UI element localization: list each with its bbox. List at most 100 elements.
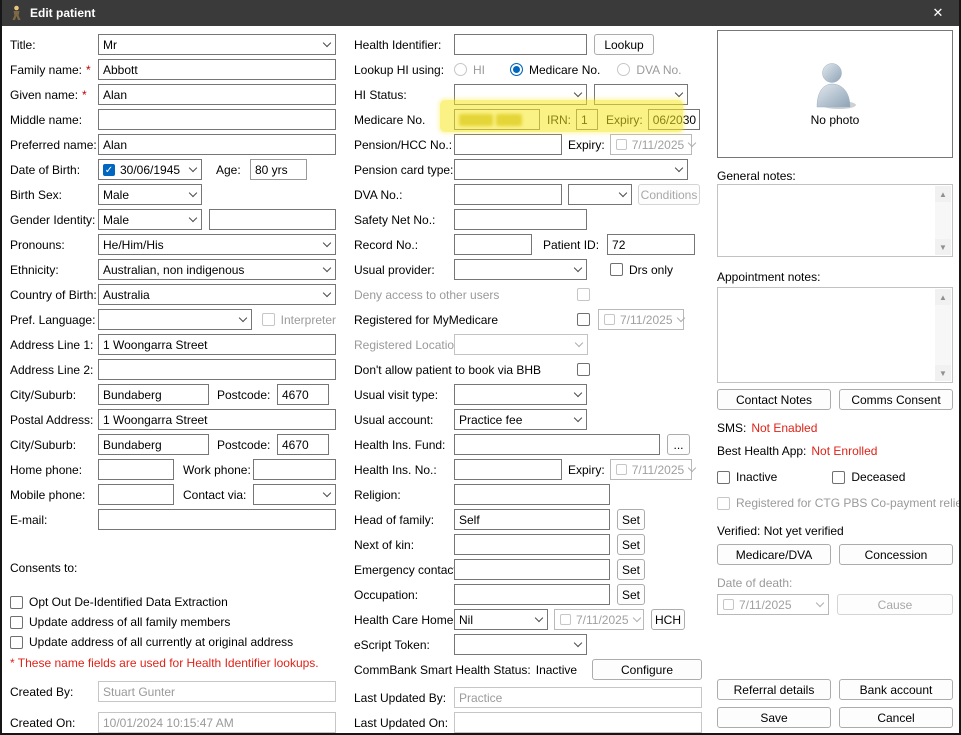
middle-name-input[interactable] [98, 109, 336, 130]
concession-button[interactable]: Concession [839, 544, 953, 565]
religion-input[interactable] [454, 484, 610, 505]
dob-picker[interactable]: 30/06/1945 [98, 159, 202, 180]
scroll-up-icon[interactable]: ▲ [935, 289, 951, 305]
date-checkbox[interactable] [604, 314, 615, 325]
opt-out-data-extraction-checkbox[interactable] [10, 596, 23, 609]
hch-button[interactable]: HCH [651, 609, 685, 630]
title-select[interactable]: Mr [98, 34, 336, 55]
mymedicare-datepicker[interactable]: 7/11/2025 [598, 309, 684, 330]
health-ins-expiry-datepicker[interactable]: 7/11/2025 [610, 459, 692, 480]
cancel-button[interactable]: Cancel [839, 707, 953, 728]
usual-provider-select[interactable] [454, 259, 587, 280]
registered-location-select[interactable] [454, 334, 588, 355]
scrollbar[interactable]: ▲ ▼ [935, 289, 951, 381]
inactive-checkbox[interactable] [717, 471, 730, 484]
configure-button[interactable]: Configure [592, 659, 702, 680]
mymedicare-checkbox[interactable] [577, 313, 590, 326]
next-of-kin-set-button[interactable]: Set [617, 534, 645, 555]
irn-input[interactable]: 1 [576, 109, 598, 130]
medicare-expiry-input[interactable]: 06/2030 [648, 109, 700, 130]
scroll-up-icon[interactable]: ▲ [935, 186, 951, 202]
referral-details-button[interactable]: Referral details [717, 679, 831, 700]
pref-language-select[interactable] [98, 309, 252, 330]
health-ins-fund-browse-button[interactable]: ... [667, 434, 690, 455]
ctg-checkbox[interactable] [717, 497, 730, 510]
age-input[interactable]: 80 yrs [250, 159, 307, 180]
medicare-dva-button[interactable]: Medicare/DVA [717, 544, 831, 565]
ethnicity-select[interactable]: Australian, non indigenous [98, 259, 336, 280]
medicare-no-radio[interactable] [510, 63, 523, 76]
patient-photo-box[interactable]: No photo [717, 30, 953, 158]
hi-status-select-2[interactable] [594, 84, 688, 105]
usual-visit-type-select[interactable] [454, 384, 587, 405]
health-care-home-select[interactable]: Nil [454, 609, 548, 630]
occupation-input[interactable] [454, 584, 610, 605]
date-checkbox[interactable] [560, 614, 571, 625]
save-button[interactable]: Save [717, 707, 831, 728]
health-care-home-datepicker[interactable]: 7/11/2025 [554, 609, 644, 630]
bank-account-button[interactable]: Bank account [839, 679, 953, 700]
emergency-contact-input[interactable] [454, 559, 610, 580]
update-original-address-checkbox[interactable] [10, 636, 23, 649]
address1-input[interactable]: 1 Woongarra Street [98, 334, 336, 355]
pension-expiry-datepicker[interactable]: 7/11/2025 [610, 134, 692, 155]
deny-access-checkbox[interactable] [577, 288, 590, 301]
general-notes-textarea[interactable]: ▲ ▼ [717, 184, 953, 257]
bhb-checkbox[interactable] [577, 363, 590, 376]
drs-only-checkbox[interactable] [610, 263, 623, 276]
hi-status-select-1[interactable] [454, 84, 587, 105]
interpreter-checkbox[interactable] [262, 313, 275, 326]
scroll-down-icon[interactable]: ▼ [935, 239, 951, 255]
postcode1-input[interactable]: 4670 [277, 384, 329, 405]
gender-identity-select[interactable]: Male [98, 209, 202, 230]
city2-input[interactable]: Bundaberg [98, 434, 209, 455]
date-of-death-datepicker[interactable]: 7/11/2025 [717, 594, 829, 615]
next-of-kin-input[interactable] [454, 534, 610, 555]
preferred-name-input[interactable]: Alan [98, 134, 336, 155]
work-phone-input[interactable] [253, 459, 336, 480]
dob-checkbox[interactable] [103, 164, 115, 176]
deceased-checkbox[interactable] [832, 471, 845, 484]
email-input[interactable] [98, 509, 336, 530]
hi-radio[interactable] [454, 63, 467, 76]
dva-no-radio[interactable] [617, 63, 630, 76]
given-name-input[interactable]: Alan [98, 84, 336, 105]
health-identifier-input[interactable] [454, 34, 587, 55]
family-name-input[interactable]: Abbott [98, 59, 336, 80]
home-phone-input[interactable] [98, 459, 174, 480]
mobile-phone-input[interactable] [98, 484, 174, 505]
scrollbar[interactable]: ▲ ▼ [935, 186, 951, 255]
birth-sex-select[interactable]: Male [98, 184, 202, 205]
date-checkbox[interactable] [616, 139, 627, 150]
update-family-address-checkbox[interactable] [10, 616, 23, 629]
usual-account-select[interactable]: Practice fee [454, 409, 587, 430]
pronouns-select[interactable]: He/Him/His [98, 234, 336, 255]
head-of-family-set-button[interactable]: Set [617, 509, 645, 530]
cause-button[interactable]: Cause [837, 594, 953, 615]
pension-card-type-select[interactable] [454, 159, 688, 180]
health-ins-fund-input[interactable] [454, 434, 660, 455]
gender-identity-other-input[interactable] [209, 209, 336, 230]
pension-hcc-input[interactable] [454, 134, 562, 155]
dva-input[interactable] [454, 184, 562, 205]
conditions-button[interactable]: Conditions [638, 184, 700, 205]
record-no-input[interactable] [454, 234, 532, 255]
contact-via-select[interactable] [253, 484, 336, 505]
contact-notes-button[interactable]: Contact Notes [717, 389, 831, 410]
appointment-notes-textarea[interactable]: ▲ ▼ [717, 287, 953, 383]
postcode2-input[interactable]: 4670 [277, 434, 329, 455]
country-of-birth-select[interactable]: Australia [98, 284, 336, 305]
escript-token-select[interactable] [454, 634, 587, 655]
patient-id-input[interactable]: 72 [607, 234, 695, 255]
city1-input[interactable]: Bundaberg [98, 384, 209, 405]
date-checkbox[interactable] [616, 464, 627, 475]
health-ins-no-input[interactable] [454, 459, 562, 480]
scroll-down-icon[interactable]: ▼ [935, 365, 951, 381]
comms-consent-button[interactable]: Comms Consent [839, 389, 953, 410]
postal-address-input[interactable]: 1 Woongarra Street [98, 409, 336, 430]
dva-card-select[interactable] [568, 184, 632, 205]
address2-input[interactable] [98, 359, 336, 380]
date-checkbox[interactable] [723, 599, 734, 610]
safety-net-input[interactable] [454, 209, 587, 230]
medicare-input[interactable] [454, 109, 540, 130]
